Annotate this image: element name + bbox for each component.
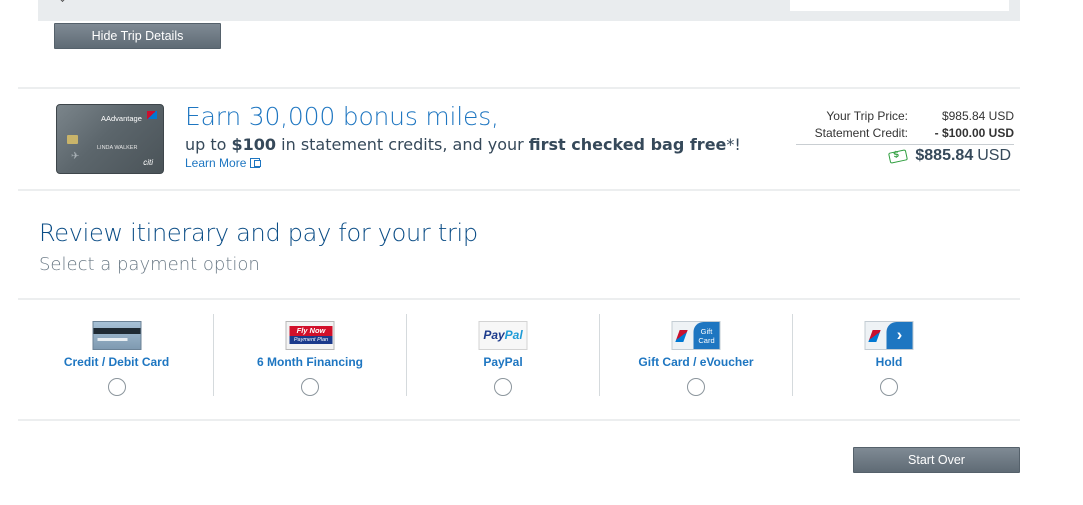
aa-logo-icon (676, 328, 692, 344)
page-subtitle: Select a payment option (39, 254, 260, 275)
paypal-logo-pal: Pal (504, 328, 523, 342)
price-summary: Your Trip Price: $985.84 USD Statement C… (796, 108, 1014, 145)
payment-option-label[interactable]: 6 Month Financing (214, 355, 406, 369)
payment-option-gift-card[interactable]: Gift Card Gift Card / eVoucher (599, 314, 792, 396)
price-total: $885.84USD (872, 147, 1011, 165)
aa-flag-icon (147, 111, 157, 119)
trip-price-label: Your Trip Price: (826, 109, 908, 123)
fly-now-text: Fly Now (289, 326, 333, 336)
chevron-down-icon (58, 0, 67, 3)
payment-option-label[interactable]: Credit / Debit Card (20, 355, 213, 369)
card-issuer: citi (143, 158, 153, 167)
payment-options: Credit / Debit Card Fly Now Payment Plan… (20, 314, 985, 396)
money-icon (888, 148, 909, 164)
card-brand: AAdvantage (101, 114, 142, 123)
hide-trip-details-button[interactable]: Hide Trip Details (54, 23, 221, 49)
trip-price-row: Your Trip Price: $985.84 USD (796, 108, 1014, 125)
payment-option-credit-card[interactable]: Credit / Debit Card (20, 314, 213, 396)
chevron-right-icon: › (886, 322, 913, 349)
payment-plan-text: Payment Plan (289, 336, 333, 344)
divider (18, 298, 1020, 300)
cardholder-name: LINDA WALKER (97, 145, 138, 151)
gift-text: Gift (700, 327, 713, 336)
total-amount: $885.84 (915, 147, 974, 164)
hold-radio[interactable] (880, 378, 898, 396)
statement-credit-value: - $100.00 USD (934, 126, 1014, 140)
payment-option-hold[interactable]: › Hold (792, 314, 985, 396)
gift-card-tag: Gift Card (693, 322, 720, 349)
payment-option-label[interactable]: Gift Card / eVoucher (600, 355, 792, 369)
paypal-radio[interactable] (494, 378, 512, 396)
statement-credit-label: Statement Credit: (814, 126, 908, 140)
payment-option-label[interactable]: Hold (793, 355, 985, 369)
price-divider (796, 144, 1014, 145)
citi-aadvantage-card-image[interactable]: AAdvantage LINDA WALKER ✈ citi (56, 104, 164, 174)
gift-card-icon[interactable]: Gift Card (671, 321, 721, 350)
divider (18, 189, 1020, 191)
card-text: Card (698, 336, 715, 345)
trip-details-panel (38, 0, 1020, 21)
total-currency: USD (977, 147, 1011, 164)
learn-more-label[interactable]: Learn More (185, 156, 246, 170)
promo-sub-middle: in statement credits, and your (276, 135, 529, 154)
external-link-icon[interactable] (250, 158, 262, 168)
promo-sub-suffix: *! (726, 135, 741, 154)
divider (18, 419, 1020, 421)
learn-more-link[interactable]: Learn More (185, 156, 262, 170)
promo-sub-amount: $100 (231, 135, 277, 154)
gift-card-radio[interactable] (687, 378, 705, 396)
airplane-icon: ✈ (71, 151, 80, 162)
card-chip-icon (67, 135, 78, 144)
trip-price-value: $985.84 USD (941, 109, 1014, 123)
page-title: Review itinerary and pay for your trip (39, 219, 478, 247)
paypal-icon[interactable]: PayPal (478, 321, 528, 350)
promo-sub-bold: first checked bag free (528, 135, 727, 154)
trip-summary-box (790, 0, 1009, 11)
statement-credit-row: Statement Credit: - $100.00 USD (796, 125, 1014, 142)
start-over-button[interactable]: Start Over (853, 447, 1020, 473)
total-price: $885.84 USD (915, 147, 1011, 165)
credit-card-radio[interactable] (107, 378, 126, 396)
promo-sub-prefix: up to (185, 135, 232, 154)
credit-card-icon[interactable] (92, 321, 141, 350)
financing-radio[interactable] (301, 378, 319, 396)
divider (18, 87, 1020, 89)
paypal-logo-pay: Pay (483, 328, 505, 342)
hold-arrow-icon[interactable]: › (864, 321, 914, 350)
checkout-page: Hide Trip Details AAdvantage LINDA WALKE… (0, 0, 1083, 505)
fly-now-payment-plan-icon[interactable]: Fly Now Payment Plan (285, 321, 335, 350)
payment-option-label[interactable]: PayPal (407, 355, 599, 369)
promo-subtext: up to $100 in statement credits, and you… (185, 135, 741, 154)
payment-option-financing[interactable]: Fly Now Payment Plan 6 Month Financing (213, 314, 406, 396)
payment-option-paypal[interactable]: PayPal PayPal (406, 314, 599, 396)
aa-logo-icon (869, 328, 885, 344)
promo-headline: Earn 30,000 bonus miles, (185, 102, 499, 131)
